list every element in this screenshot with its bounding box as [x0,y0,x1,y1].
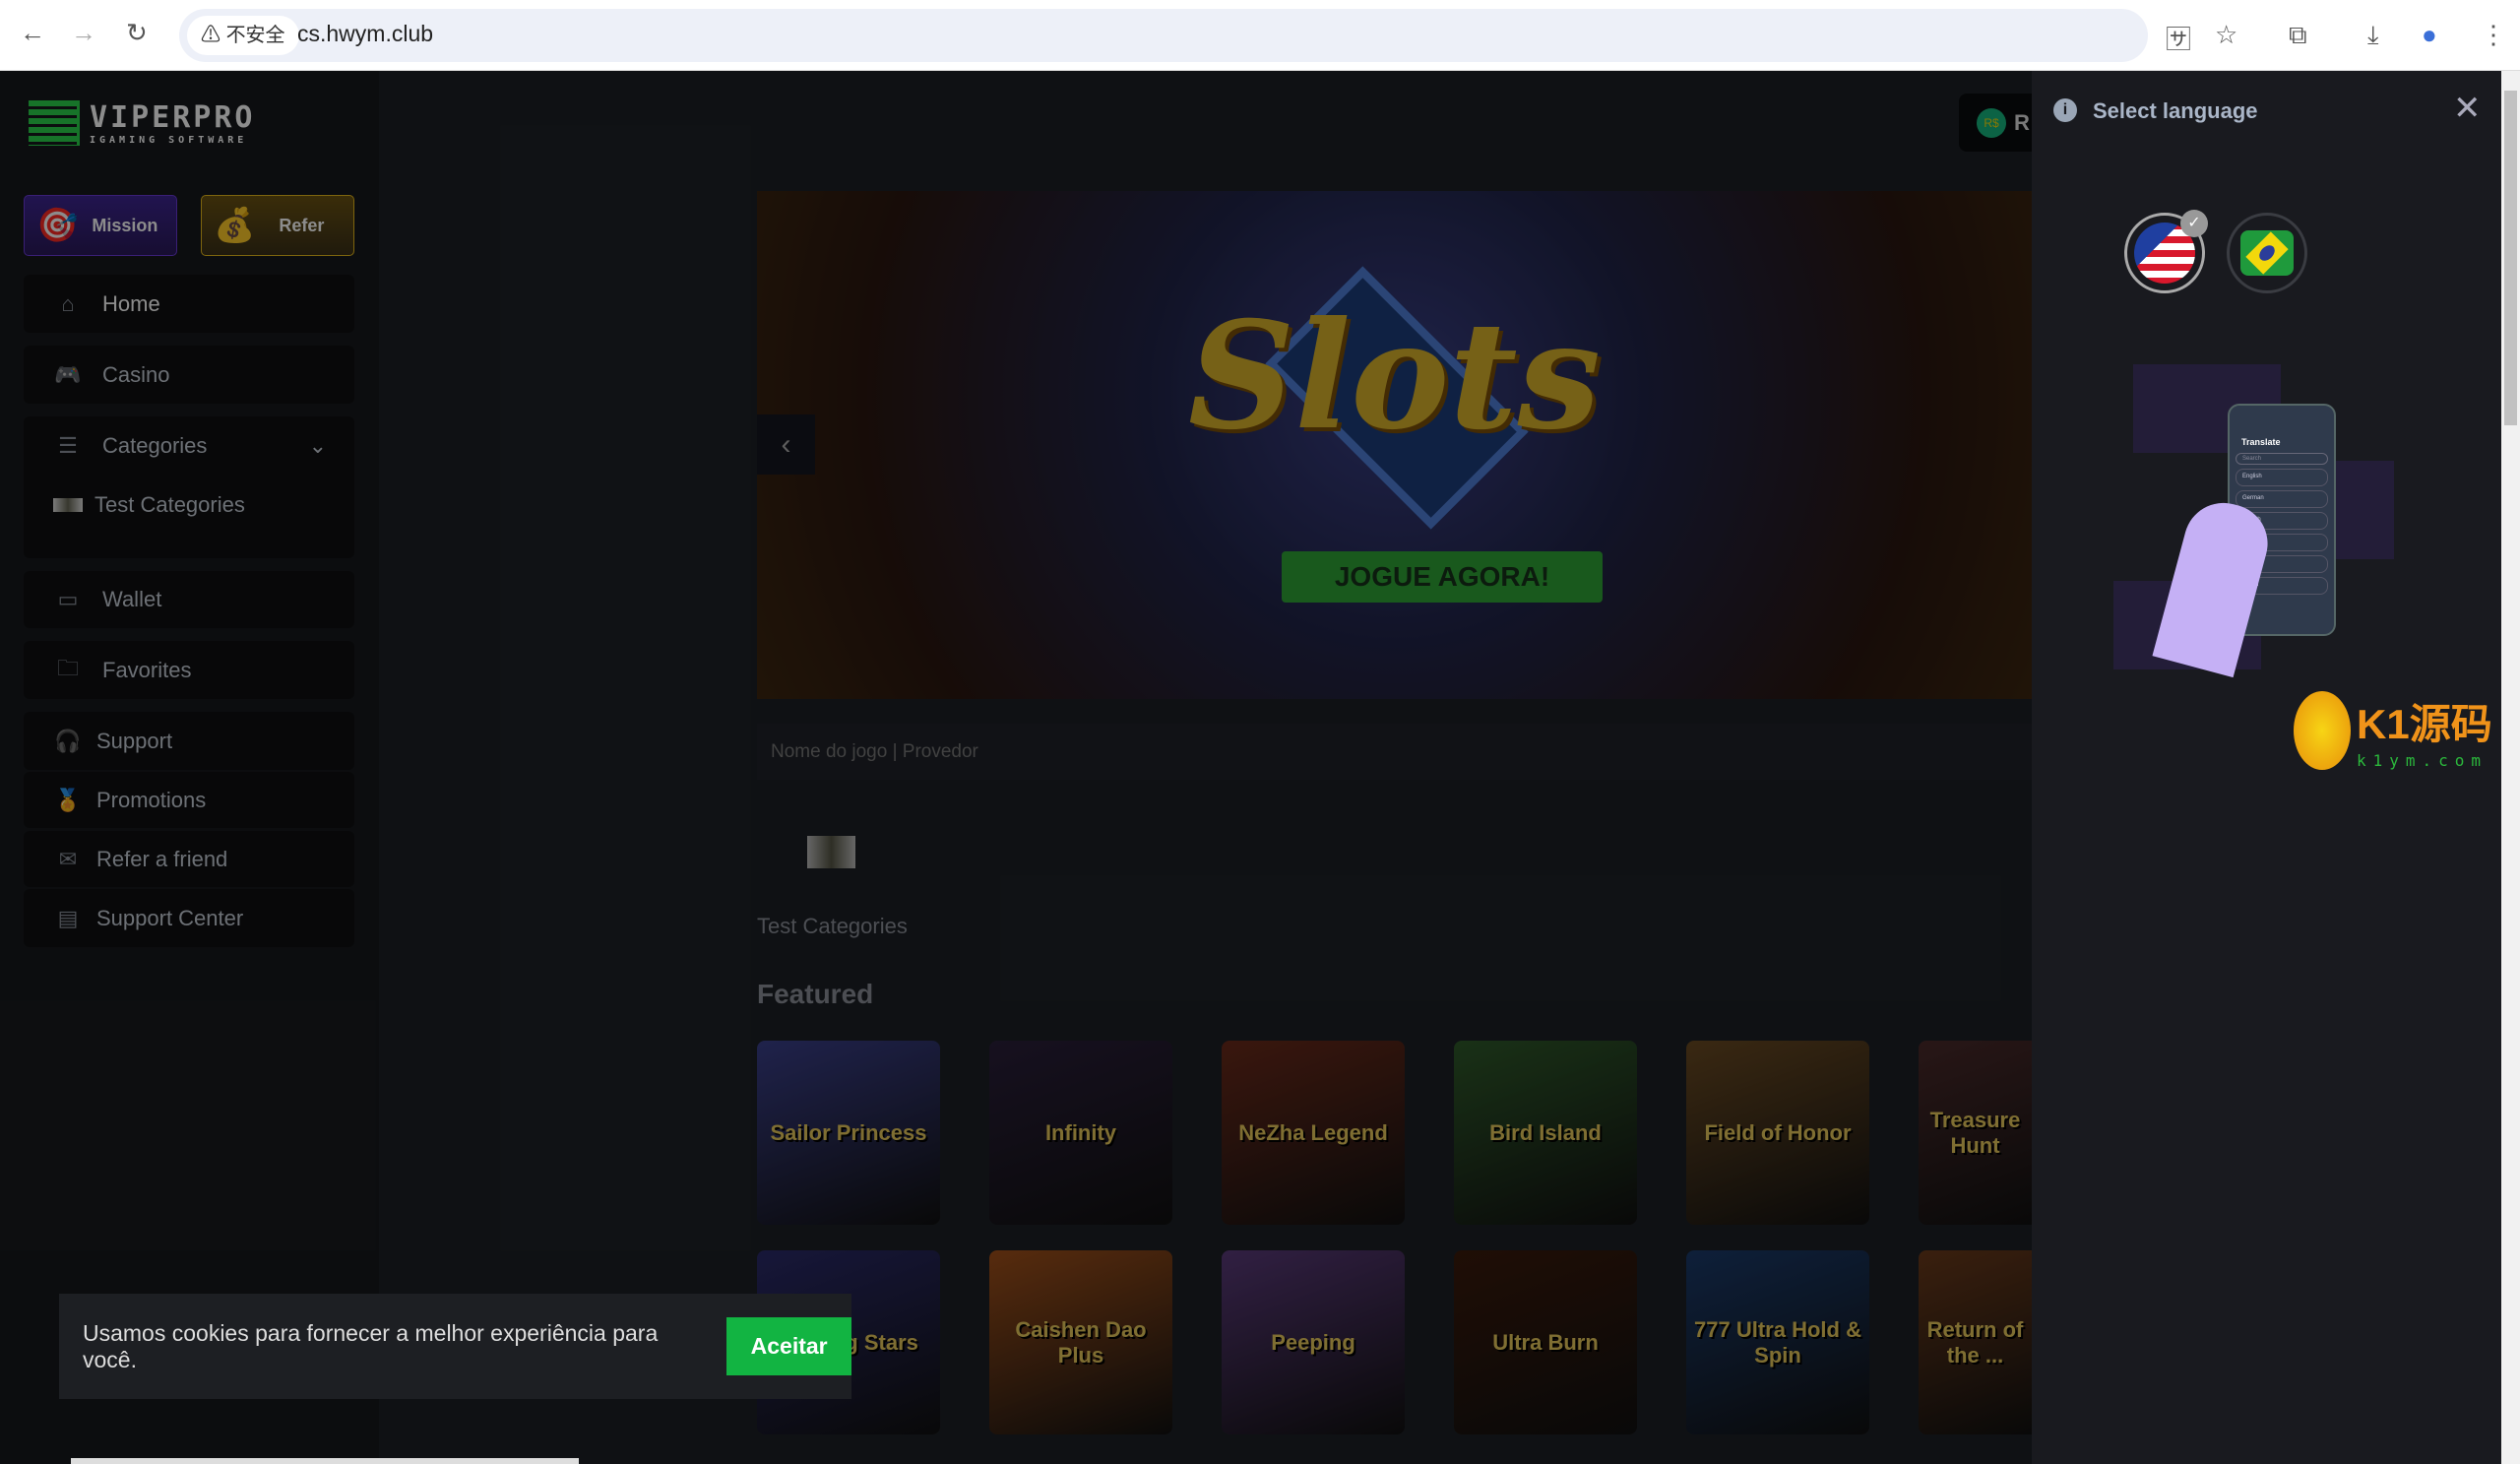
modal-backdrop[interactable] [0,71,2032,1464]
bookmark-star-icon[interactable]: ☆ [2215,20,2237,50]
language-panel: i Select language ✕ ✓ Translate Search E… [2032,71,2501,1464]
watermark: K1源码 k1ym.com [2294,691,2492,770]
page: VIPERPRO IGAMING SOFTWARE 🎯 Mission 💰 Refe… [0,71,2501,1464]
illustration-language-row: English [2236,469,2328,486]
translate-illustration: Translate Search EnglishGermanFrenchItal… [2113,354,2424,678]
forward-icon[interactable]: → [71,18,96,48]
scrollbar-thumb[interactable] [2504,91,2517,425]
selected-check-icon: ✓ [2180,210,2208,237]
language-option-en-us[interactable]: ✓ [2124,210,2208,293]
vertical-scrollbar[interactable] [2501,71,2520,1464]
info-icon: i [2053,98,2077,122]
brazil-flag-icon [2240,230,2294,276]
reload-icon[interactable]: ↻ [126,18,148,48]
menu-icon[interactable]: ⋮ [2481,20,2506,50]
profile-icon[interactable]: ● [2422,20,2437,50]
address-bar[interactable]: ⚠ 不安全 cs.hwym.club [179,9,2148,62]
panel-title: Select language [2093,98,2258,123]
language-option-pt-br[interactable] [2227,213,2307,293]
warning-icon: ⚠ [201,25,226,46]
close-icon[interactable]: ✕ [2453,89,2482,128]
url-text[interactable]: cs.hwym.club [297,21,433,47]
illustration-language-row: German [2236,490,2328,508]
extensions-icon[interactable]: ⧉ [2289,20,2307,51]
cookie-banner: Usamos cookies para fornecer a melhor ex… [59,1294,851,1399]
horizontal-scrollbar[interactable] [71,1458,579,1464]
translate-icon[interactable]: 🈂 [2166,20,2191,56]
accept-cookies-button[interactable]: Aceitar [726,1317,851,1375]
browser-toolbar: ← → ↻ ⚠ 不安全 cs.hwym.club 🈂 ☆ ⧉ ⤓ ● ⋮ [0,0,2520,71]
security-chip[interactable]: ⚠ 不安全 [187,16,299,55]
watermark-logo-icon [2294,691,2351,770]
download-icon[interactable]: ⤓ [2367,20,2379,51]
back-icon[interactable]: ← [20,18,45,48]
